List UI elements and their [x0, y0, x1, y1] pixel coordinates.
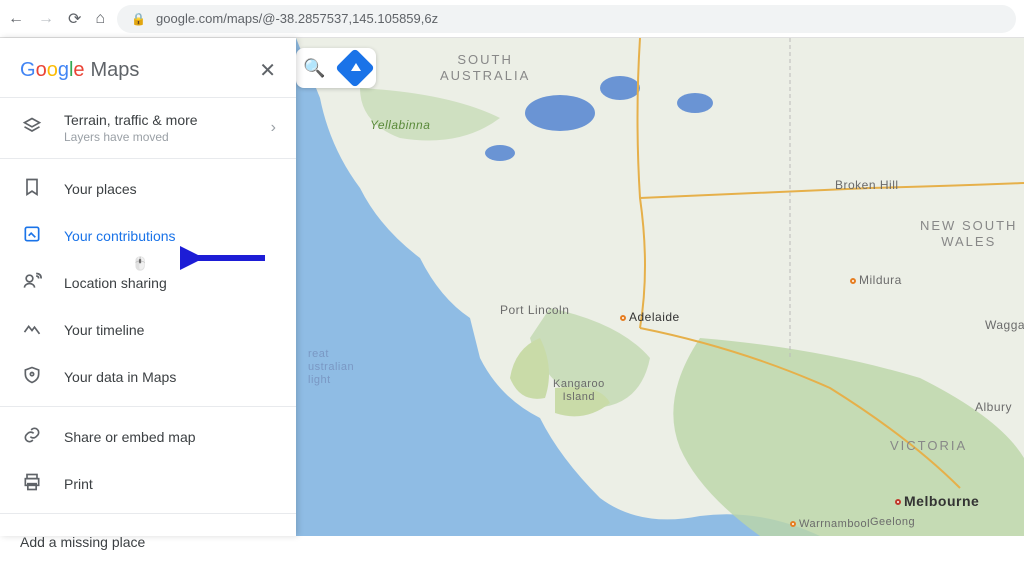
- label-warrnambool: Warrnambool: [790, 518, 870, 531]
- label-victoria: VICTORIA: [890, 438, 967, 454]
- menu-location-sharing[interactable]: Location sharing: [0, 259, 296, 306]
- menu-label: Your data in Maps: [64, 369, 176, 385]
- layers-icon: [20, 116, 44, 141]
- bookmark-icon: [20, 177, 44, 200]
- menu-label: Print: [64, 476, 93, 492]
- label-albury: Albury: [975, 400, 1012, 414]
- menu-your-places[interactable]: Your places: [0, 165, 296, 212]
- menu-label: Location sharing: [64, 275, 167, 291]
- label-melbourne: Melbourne: [895, 493, 979, 510]
- label-mildura: Mildura: [850, 273, 902, 287]
- url-bar[interactable]: 🔒 google.com/maps/@-38.2857537,145.10585…: [117, 5, 1016, 33]
- location-sharing-icon: [20, 271, 44, 294]
- menu-your-data[interactable]: Your data in Maps: [0, 353, 296, 400]
- label-nsw: NEW SOUTH WALES: [920, 218, 1017, 249]
- label-south-australia: SOUTH AUSTRALIA: [440, 52, 530, 83]
- label-kangaroo: Kangaroo Island: [553, 378, 605, 404]
- contributions-icon: [20, 224, 44, 247]
- label-bight: reat ustralian light: [308, 348, 354, 388]
- menu-your-contributions[interactable]: Your contributions: [0, 212, 296, 259]
- layers-title: Terrain, traffic & more: [64, 112, 251, 128]
- label-broken-hill: Broken Hill: [835, 178, 899, 192]
- google-maps-logo: Google Maps: [20, 59, 139, 82]
- menu-label: Your timeline: [64, 322, 144, 338]
- menu-share[interactable]: Share or embed map: [0, 413, 296, 460]
- home-icon[interactable]: ⌂: [95, 10, 105, 28]
- label-adelaide: Adelaide: [620, 310, 680, 324]
- chevron-right-icon: ›: [271, 119, 276, 137]
- side-panel: Google Maps ✕ Terrain, traffic & more La…: [0, 38, 296, 536]
- label-geelong: Geelong: [870, 516, 915, 529]
- url-text: google.com/maps/@-38.2857537,145.105859,…: [156, 11, 438, 26]
- close-icon[interactable]: ✕: [259, 58, 276, 83]
- menu-label: Your contributions: [64, 228, 176, 244]
- directions-icon[interactable]: [335, 48, 375, 88]
- search-bar-peek[interactable]: 🔍: [296, 48, 376, 88]
- label-wagga: Wagga: [985, 318, 1024, 332]
- back-icon[interactable]: ←: [8, 10, 24, 28]
- search-icon: 🔍: [303, 58, 325, 79]
- reload-icon[interactable]: ⟳: [68, 9, 81, 29]
- menu-label: Your places: [64, 181, 137, 197]
- timeline-icon: [20, 318, 44, 341]
- link-icon: [20, 425, 44, 448]
- layers-subtitle: Layers have moved: [64, 130, 251, 144]
- add-missing-place[interactable]: Add a missing place: [20, 528, 276, 556]
- print-icon: [20, 472, 44, 495]
- shield-icon: [20, 365, 44, 388]
- menu-label: Share or embed map: [64, 429, 196, 445]
- layers-row[interactable]: Terrain, traffic & more Layers have move…: [0, 98, 296, 158]
- label-port-lincoln: Port Lincoln: [500, 303, 569, 317]
- forward-icon[interactable]: →: [38, 10, 54, 28]
- menu-print[interactable]: Print: [0, 460, 296, 507]
- lock-icon: 🔒: [131, 12, 146, 26]
- menu-your-timeline[interactable]: Your timeline: [0, 306, 296, 353]
- label-yellabinna: Yellabinna: [370, 118, 430, 132]
